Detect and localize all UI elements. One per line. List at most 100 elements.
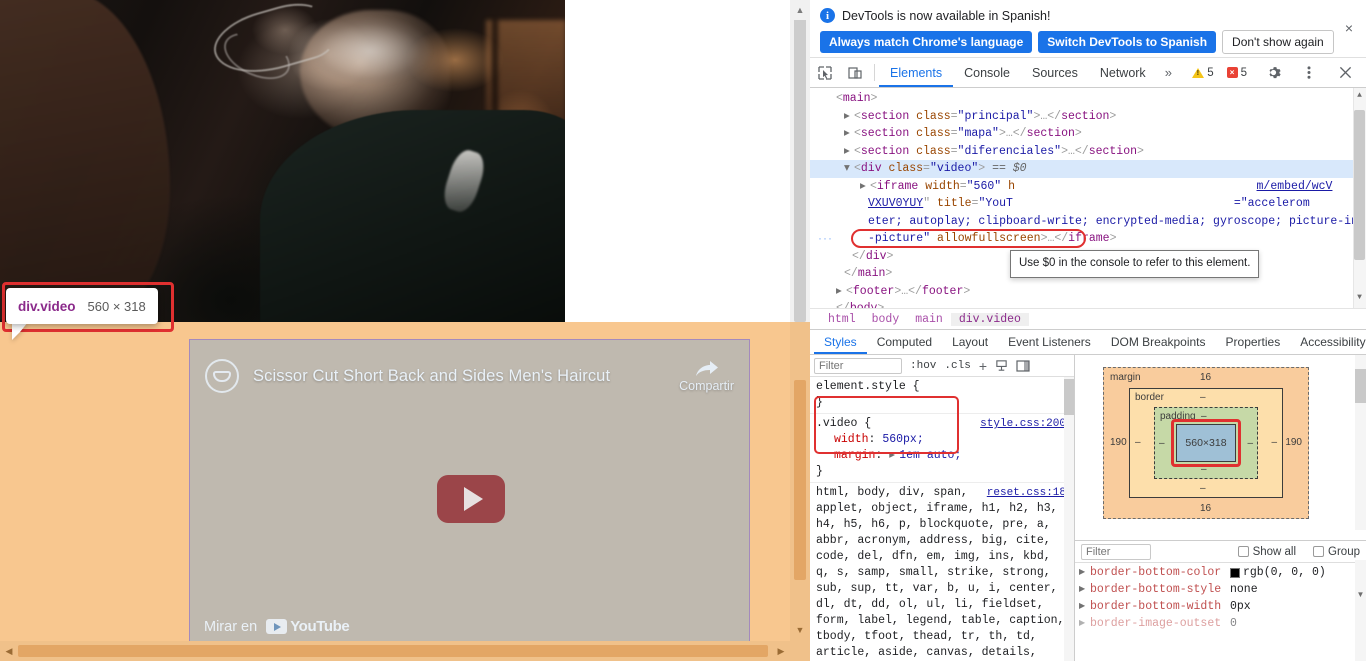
css-rule-reset[interactable]: reset.css:18 html, body, div, span, appl… <box>810 483 1074 661</box>
settings-gear-icon[interactable] <box>1258 65 1288 80</box>
dom-tree[interactable]: <main> ▸ <section class="principal">…</se… <box>810 88 1366 308</box>
dom-line-iframe-1[interactable]: ▸ <iframe width="560" hiiiiiiiiiiiiiiiiii… <box>810 178 1366 196</box>
scroll-up-arrow-icon[interactable]: ▲ <box>790 0 810 20</box>
margin-bottom-value[interactable]: 16 <box>1200 503 1211 514</box>
warning-count-badge[interactable]: 5 <box>1190 66 1218 80</box>
breadcrumb-body[interactable]: body <box>864 313 908 326</box>
close-banner-icon[interactable]: × <box>1341 20 1357 36</box>
dom-row-menu-icon[interactable]: ··· <box>818 230 833 248</box>
close-devtools-icon[interactable] <box>1330 66 1360 79</box>
computed-row-border-bottom-width[interactable]: ▶ border-bottom-width 0px <box>1075 598 1366 615</box>
dont-show-again-button[interactable]: Don't show again <box>1222 30 1334 54</box>
declaration-width[interactable]: width: 560px; <box>816 432 1068 448</box>
dom-line-section-principal[interactable]: ▸ <section class="principal">…</section> <box>810 108 1366 126</box>
scroll-down-arrow-icon[interactable]: ▼ <box>790 620 810 640</box>
tab-accessibility[interactable]: Accessibility <box>1290 330 1366 354</box>
iframe-src-tail2[interactable]: VXUV0YUY <box>868 197 923 210</box>
breadcrumb-main[interactable]: main <box>907 313 951 326</box>
expand-icon[interactable]: ▶ <box>1079 581 1090 598</box>
computed-row-border-bottom-color[interactable]: ▶ border-bottom-color rgb(0, 0, 0) <box>1075 564 1366 581</box>
margin-expand-icon[interactable]: ▸ <box>889 448 899 464</box>
border-left-value[interactable]: – <box>1135 437 1141 448</box>
box-pane-scrollbar-thumb[interactable] <box>1355 369 1366 403</box>
element-classes-icon[interactable] <box>995 359 1008 372</box>
toggle-sidebar-icon[interactable] <box>1016 359 1030 372</box>
padding-left-value[interactable]: – <box>1159 438 1165 449</box>
margin-top-value[interactable]: 16 <box>1200 372 1211 383</box>
computed-row-border-image-outset[interactable]: ▶ border-image-outset 0 <box>1075 615 1366 632</box>
margin-right-value[interactable]: 190 <box>1285 437 1302 448</box>
dom-line-footer[interactable]: ▸ <footer>…</footer> <box>810 283 1366 301</box>
border-right-value[interactable]: – <box>1271 437 1277 448</box>
declaration-width-property[interactable]: width <box>834 433 869 446</box>
margin-left-value[interactable]: 190 <box>1110 437 1127 448</box>
declaration-width-value[interactable]: 560px; <box>882 433 923 446</box>
hov-toggle[interactable]: :hov <box>910 360 936 372</box>
share-button[interactable]: Compartir <box>679 360 734 393</box>
reset-rule-selector[interactable]: html, body, div, span, applet, object, i… <box>816 485 1068 661</box>
color-swatch[interactable] <box>1230 567 1240 578</box>
tab-styles[interactable]: Styles <box>814 330 867 354</box>
tab-computed[interactable]: Computed <box>867 330 942 354</box>
inspect-element-icon[interactable] <box>810 58 840 87</box>
expand-icon[interactable]: ▶ <box>1079 564 1090 581</box>
error-count-badge[interactable]: × 5 <box>1225 66 1252 80</box>
border-bottom-value[interactable]: – <box>1200 483 1206 494</box>
dom-line-iframe-3[interactable]: eter; autoplay; clipboard-write; encrypt… <box>810 213 1366 231</box>
tab-sources[interactable]: Sources <box>1021 58 1089 87</box>
styles-pane-scrollbar[interactable] <box>1064 377 1074 661</box>
tab-console[interactable]: Console <box>953 58 1021 87</box>
dom-line-section-diferenciales[interactable]: ▸ <section class="diferenciales">…</secti… <box>810 143 1366 161</box>
always-match-language-button[interactable]: Always match Chrome's language <box>820 31 1033 53</box>
styles-pane-scrollbar-thumb[interactable] <box>1064 379 1074 415</box>
scroll-left-arrow-icon[interactable]: ◀ <box>0 641 18 661</box>
css-source-link-reset[interactable]: reset.css:18 <box>987 485 1066 501</box>
dom-tree-scrollbar-thumb[interactable] <box>1354 110 1365 260</box>
show-all-checkbox[interactable]: Show all <box>1237 546 1296 558</box>
expand-icon[interactable]: ▶ <box>1079 598 1090 615</box>
iframe-src-tail[interactable]: m/embed/wcV <box>1257 180 1333 193</box>
channel-avatar[interactable] <box>205 359 239 393</box>
dom-line-iframe-2[interactable]: VXUV0YUY" title="YouTiiiiiiiiiiiiiiiiiii… <box>810 195 1366 213</box>
styles-filter-input[interactable] <box>814 357 902 374</box>
padding-right-value[interactable]: – <box>1247 438 1253 449</box>
tab-network[interactable]: Network <box>1089 58 1157 87</box>
scroll-right-arrow-icon[interactable]: ▶ <box>772 641 790 661</box>
css-rule-video[interactable]: style.css:200 .video { width: 560px; mar… <box>810 414 1074 483</box>
dom-line-body-close[interactable]: </body> <box>810 300 1366 308</box>
css-rule-element-style[interactable]: element.style { } <box>810 377 1074 414</box>
declaration-margin[interactable]: margin: ▸ 1em auto; <box>816 448 1068 464</box>
dom-line-iframe-4[interactable]: -picture" allowfullscreen>…</iframe> <box>810 230 1366 248</box>
play-button[interactable] <box>437 475 505 523</box>
border-top-value[interactable]: – <box>1200 392 1206 403</box>
new-style-rule-icon[interactable]: + <box>979 358 987 374</box>
computed-scroll-down-icon[interactable]: ▼ <box>1355 588 1366 600</box>
page-vertical-scrollbar-thumb-lower[interactable] <box>794 380 806 580</box>
tab-elements[interactable]: Elements <box>879 58 953 87</box>
switch-to-spanish-button[interactable]: Switch DevTools to Spanish <box>1038 31 1217 53</box>
breadcrumb-div-video[interactable]: div.video <box>950 312 1029 326</box>
tab-layout[interactable]: Layout <box>942 330 998 354</box>
page-vertical-scrollbar-thumb[interactable] <box>794 8 806 322</box>
dom-tree-scroll-up-icon[interactable]: ▲ <box>1354 90 1365 102</box>
declaration-margin-property[interactable]: margin <box>834 449 875 462</box>
tab-properties[interactable]: Properties <box>1216 330 1291 354</box>
computed-filter-input[interactable] <box>1081 543 1151 560</box>
group-checkbox-box[interactable] <box>1313 546 1325 557</box>
device-toolbar-icon[interactable] <box>840 58 870 87</box>
breadcrumb-html[interactable]: html <box>820 313 864 326</box>
dom-line-main[interactable]: <main> <box>810 90 1366 108</box>
computed-list-scrollbar[interactable] <box>1355 560 1366 661</box>
page-horizontal-scrollbar-thumb[interactable] <box>18 645 768 657</box>
cls-toggle[interactable]: .cls <box>944 360 970 372</box>
dom-line-section-mapa[interactable]: ▸ <section class="mapa">…</section> <box>810 125 1366 143</box>
expand-icon[interactable]: ▶ <box>1079 615 1090 632</box>
more-options-icon[interactable] <box>1294 65 1324 80</box>
more-tabs-icon[interactable]: » <box>1157 58 1180 87</box>
css-source-link-style[interactable]: style.css:200 <box>980 416 1066 432</box>
declaration-margin-value[interactable]: 1em auto; <box>899 449 961 462</box>
computed-row-border-bottom-style[interactable]: ▶ border-bottom-style none <box>1075 581 1366 598</box>
dom-line-div-video-selected[interactable]: ▾ <div class="video"> == $0 <box>810 160 1366 178</box>
watch-on-youtube-button[interactable]: Mirar en YouTube <box>204 618 350 635</box>
group-checkbox[interactable]: Group <box>1313 546 1360 558</box>
